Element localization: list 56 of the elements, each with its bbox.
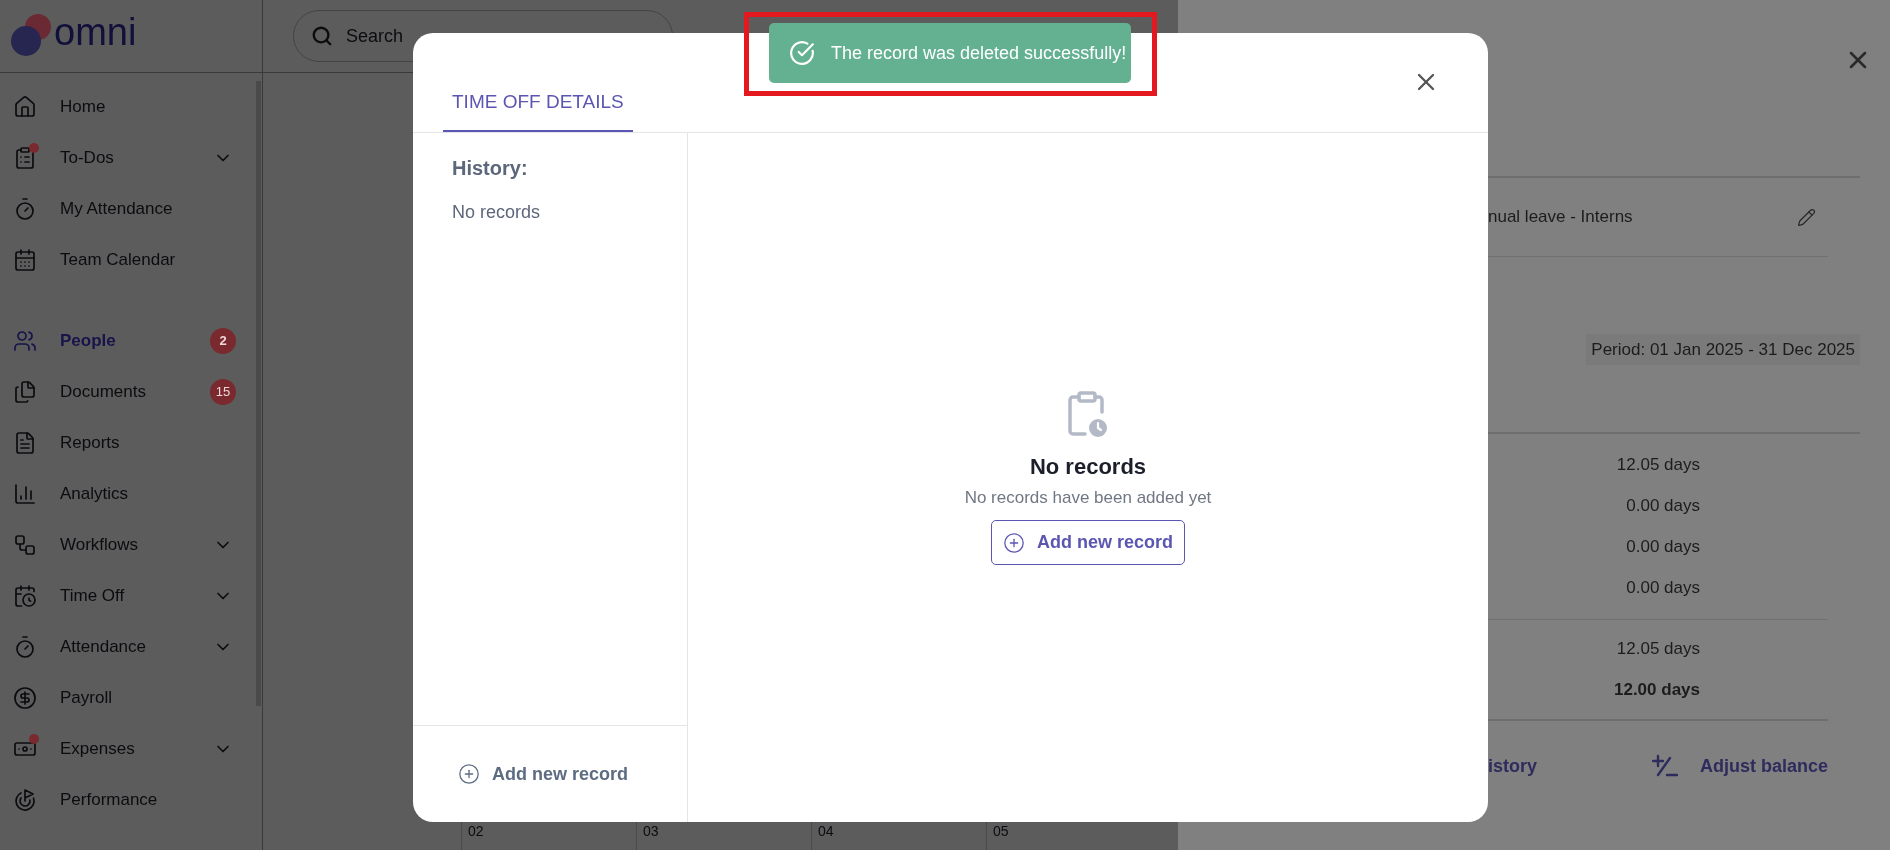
- target-icon: [13, 787, 37, 812]
- search-icon: [311, 25, 333, 47]
- documents-icon: [13, 379, 37, 404]
- count-badge: 15: [210, 378, 236, 405]
- sidebar-item[interactable]: Workflows: [0, 519, 256, 570]
- balance-value: 12.05 days: [1615, 638, 1700, 660]
- history-link[interactable]: istory: [1488, 752, 1538, 780]
- sidebar-item[interactable]: Home: [0, 81, 256, 132]
- sidebar-item[interactable]: Attendance: [0, 621, 256, 672]
- stopwatch-icon: [13, 196, 37, 221]
- history-empty-text: No records: [452, 201, 542, 224]
- pencil-icon[interactable]: [1797, 207, 1816, 227]
- history-label: History:: [452, 156, 529, 181]
- sidebar-item[interactable]: Team Calendar: [0, 234, 256, 285]
- sidebar-item[interactable]: Payroll: [0, 672, 256, 723]
- add-record-button[interactable]: Add new record: [458, 760, 629, 788]
- home-icon: [13, 94, 37, 119]
- bar-chart-icon: [13, 481, 37, 506]
- sidebar-item[interactable]: Time Off: [0, 570, 256, 621]
- clipboard-clock-icon: [1067, 389, 1109, 440]
- sidebar-item[interactable]: To-Dos: [0, 132, 256, 183]
- document-icon: [13, 430, 37, 455]
- calendar-icon: [13, 247, 37, 272]
- period-label: Period: 01 Jan 2025 - 31 Dec 2025: [1586, 333, 1860, 366]
- logo-text: omni: [54, 13, 137, 51]
- stopwatch-icon: [13, 634, 37, 659]
- sidebar-item[interactable]: My Attendance: [0, 183, 256, 234]
- check-circle-icon: [789, 40, 815, 66]
- count-badge: 2: [210, 327, 236, 354]
- calendar-clock-icon: [13, 583, 37, 608]
- policy-name: nual leave - Interns: [1488, 206, 1633, 229]
- dialog-tab[interactable]: TIME OFF DETAILS: [443, 87, 633, 132]
- sidebar-item[interactable]: Reports: [0, 417, 256, 468]
- sidebar-item[interactable]: Analytics: [0, 468, 256, 519]
- add-record-button[interactable]: Add new record: [991, 520, 1185, 566]
- balance-value: 0.00 days: [1625, 577, 1700, 599]
- plus-minus-icon: [1651, 754, 1678, 778]
- balance-value: 12.05 days: [1615, 454, 1700, 476]
- toast-message: The record was deleted successfully!: [831, 41, 1127, 65]
- dollar-icon: [13, 685, 37, 710]
- sidebar-item[interactable]: People 2: [0, 315, 256, 366]
- people-icon: [13, 328, 37, 353]
- workflow-icon: [13, 532, 37, 557]
- plus-circle-icon: [458, 763, 480, 785]
- balance-value: 0.00 days: [1625, 495, 1700, 517]
- balance-value: 12.00 days: [1613, 679, 1700, 701]
- empty-state-title: No records: [1029, 452, 1147, 481]
- checklist-icon: [13, 145, 37, 170]
- sidebar-item[interactable]: Expenses: [0, 723, 256, 774]
- adjust-balance-link[interactable]: Adjust balance: [1651, 752, 1828, 780]
- sidebar-item[interactable]: Performance: [0, 774, 256, 825]
- balance-value: 0.00 days: [1625, 536, 1700, 558]
- scrollbar[interactable]: [256, 81, 261, 706]
- sidebar-item[interactable]: Documents 15: [0, 366, 256, 417]
- plus-circle-icon: [1003, 531, 1025, 554]
- empty-state-subtitle: No records have been added yet: [964, 486, 1212, 509]
